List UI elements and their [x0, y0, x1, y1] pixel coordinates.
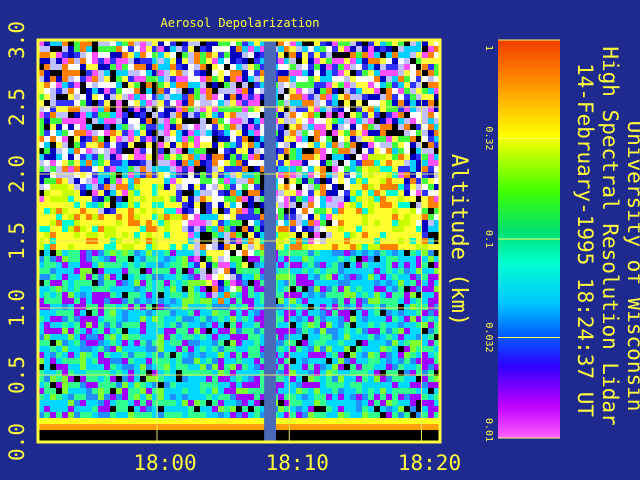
timestamp-label: 14-February-1995 18:24:37 UT [573, 63, 597, 417]
colorbar-tick-label: 0.032 [483, 322, 494, 352]
y-tick-label: 1.5 [5, 222, 29, 260]
y-tick-labels: 0.0 0.5 1.0 1.5 2.0 2.5 3.0 [5, 21, 29, 461]
x-tick-label: 18:00 [133, 451, 196, 475]
x-tick-labels: 18:00 18:10 18:20 [133, 451, 461, 475]
y-tick-label: 2.0 [5, 155, 29, 193]
colorbar: 1 0.32 0.1 0.032 0.01 [483, 39, 560, 442]
colorbar-tick-label: 0.32 [483, 126, 494, 150]
x-tick-label: 18:10 [266, 451, 329, 475]
institution-label: University of Wisconsin [623, 121, 640, 412]
y-tick-label: 3.0 [5, 21, 29, 59]
x-tick-label: 18:20 [398, 451, 461, 475]
colorbar-tick-label: 0.01 [483, 418, 494, 442]
y-axis-label: Altitude (km) [446, 154, 471, 326]
y-tick-label: 1.0 [5, 289, 29, 327]
y-tick-label: 0.5 [5, 356, 29, 394]
y-tick-label: 2.5 [5, 88, 29, 126]
instrument-label: High Spectral Resolution Lidar [598, 46, 622, 425]
y-tick-label: 0.0 [5, 423, 29, 461]
lidar-chart: Aerosol Depolarization 0.0 0.5 1.0 1.5 2.0 2.… [5, 16, 640, 475]
colorbar-tick-label: 0.1 [483, 230, 494, 248]
chart-title: Aerosol Depolarization [161, 16, 320, 30]
colorbar-tick-label: 1 [483, 45, 494, 51]
plot-area [36, 38, 442, 444]
